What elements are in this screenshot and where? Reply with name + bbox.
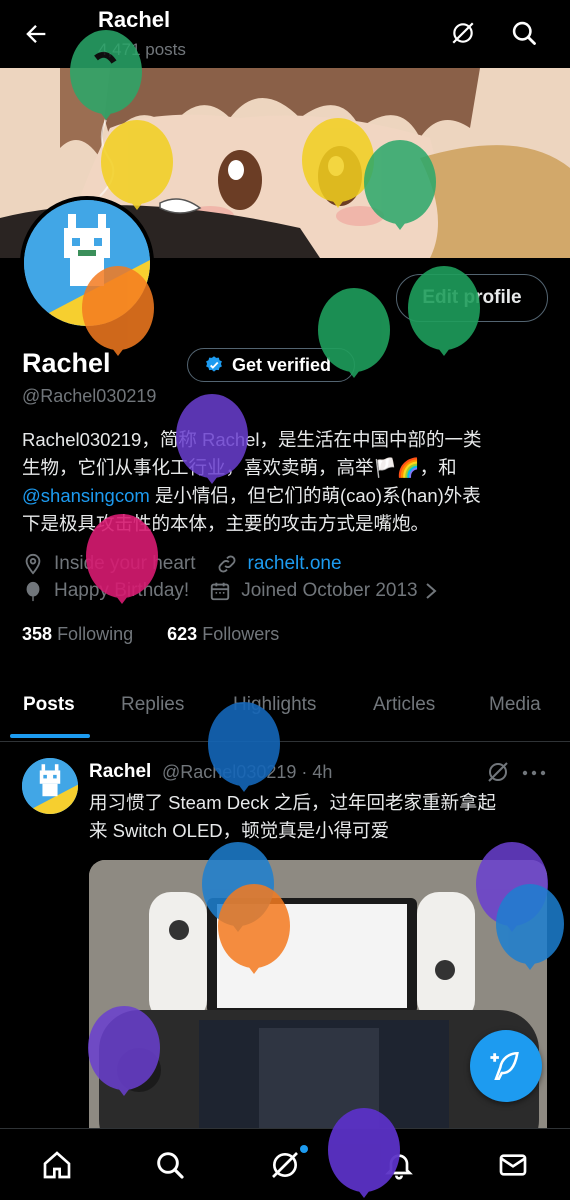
meta-row-location: Inside your heart rachelt.one <box>22 553 342 575</box>
home-icon[interactable] <box>41 1149 73 1181</box>
joined-text: Joined October 2013 <box>241 580 418 601</box>
verified-badge-icon <box>206 356 222 372</box>
profile-bio: Rachel030219，简称 Rachel，是生活在中国中部的一类 生物，它们… <box>22 426 552 538</box>
calendar-icon <box>211 582 230 601</box>
bio-line-2: 生物，它们从事化工行业，喜欢卖萌，高举🏳️🌈，和 <box>22 457 457 478</box>
back-arrow-icon[interactable] <box>22 20 50 48</box>
tab-media[interactable]: Media <box>489 694 541 716</box>
grok-icon[interactable] <box>450 20 476 46</box>
get-verified-button[interactable]: Get verified <box>187 348 355 382</box>
header-posts-count: 4,471 posts <box>98 40 186 59</box>
tab-articles[interactable]: Articles <box>373 694 435 716</box>
post-text-line-2: 来 Switch OLED，顿觉真是小得可爱 <box>89 820 390 841</box>
birthday-text: Happy Birthday! <box>54 580 190 601</box>
bottom-navigation <box>0 1128 570 1200</box>
bio-line-3: @shansingcom 是小情侣，但它们的萌(cao)系(han)外表 <box>22 482 552 510</box>
header-name: Rachel <box>98 7 171 32</box>
grok-icon[interactable] <box>486 760 510 784</box>
location-pin-icon <box>25 553 41 575</box>
post-text: 用习惯了 Steam Deck 之后，过年回老家重新拿起 来 Switch OL… <box>89 789 549 845</box>
bio-line-4: 下是极具攻击性的本体，主要的攻击方式是嘴炮。 <box>22 513 430 534</box>
tab-replies[interactable]: Replies <box>121 694 184 716</box>
post-handle-time: @Rachel030219 · 4h <box>162 762 333 782</box>
tab-highlights[interactable]: Highlights <box>233 694 316 716</box>
bio-line-3-text: 是小情侣，但它们的萌(cao)系(han)外表 <box>149 485 481 506</box>
location-text: Inside your heart <box>54 553 196 574</box>
get-verified-label: Get verified <box>232 354 332 375</box>
grok-notification-dot <box>300 1145 308 1153</box>
followers-link[interactable]: 623 Followers <box>167 624 279 644</box>
profile-name: Rachel <box>22 348 111 378</box>
compose-post-button[interactable] <box>470 1030 542 1102</box>
meta-row-birthday: Happy Birthday! Joined October 2013 <box>22 580 438 602</box>
mail-icon[interactable] <box>497 1149 529 1181</box>
active-tab-indicator <box>10 734 90 738</box>
tab-posts[interactable]: Posts <box>23 694 75 716</box>
feather-plus-icon <box>490 1051 519 1081</box>
website-link[interactable]: rachelt.one <box>248 553 342 575</box>
chevron-right-icon[interactable] <box>424 582 438 600</box>
bio-line-1: Rachel030219，简称 Rachel，是生活在中国中部的一类 <box>22 429 482 450</box>
post-text-line-1: 用习惯了 Steam Deck 之后，过年回老家重新拿起 <box>89 792 497 813</box>
profile-handle: @Rachel030219 <box>22 386 157 406</box>
follow-counts: 358 Following 623 Followers <box>22 624 279 645</box>
post-avatar[interactable] <box>22 758 78 814</box>
post-author-name[interactable]: Rachel <box>89 761 151 783</box>
bio-mention-link[interactable]: @shansingcom <box>22 485 150 506</box>
following-link[interactable]: 358 Following <box>22 624 133 644</box>
grok-icon[interactable] <box>269 1149 301 1181</box>
balloon-icon <box>26 581 40 602</box>
top-bar: Rachel 4,471 posts <box>0 0 570 68</box>
profile-avatar[interactable] <box>20 196 154 330</box>
link-icon <box>218 555 235 573</box>
bell-icon[interactable] <box>383 1149 415 1181</box>
more-options-icon[interactable] <box>522 770 546 776</box>
search-icon[interactable] <box>510 19 538 47</box>
search-icon[interactable] <box>154 1149 186 1181</box>
edit-profile-button[interactable]: Edit profile <box>396 274 548 322</box>
